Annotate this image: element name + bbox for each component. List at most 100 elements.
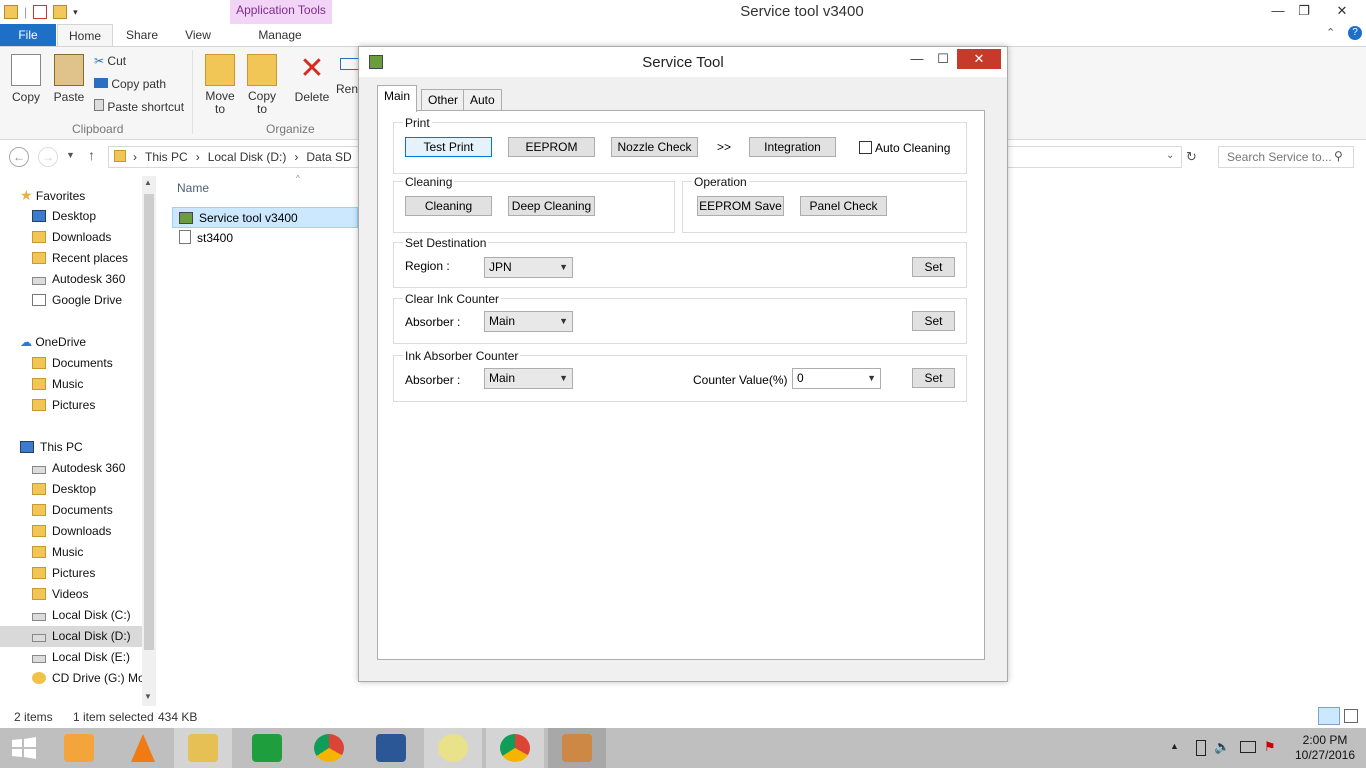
- ink-absorber-set-button[interactable]: Set: [912, 368, 955, 388]
- ink-absorber-select[interactable]: Main ▼: [484, 368, 573, 389]
- folder-icon[interactable]: [4, 5, 18, 19]
- deep-cleaning-button[interactable]: Deep Cleaning: [508, 196, 595, 216]
- auto-cleaning-label[interactable]: Auto Cleaning: [875, 138, 950, 158]
- nav-this-pc[interactable]: This PC: [20, 437, 83, 458]
- rename-button[interactable]: Rena: [336, 58, 360, 96]
- nav-item-music[interactable]: Music: [32, 374, 83, 395]
- network-icon[interactable]: [1240, 741, 1256, 753]
- file-row[interactable]: st3400: [172, 228, 358, 249]
- nav-item-google-drive[interactable]: Google Drive: [32, 290, 122, 311]
- nav-item-pc-music[interactable]: Music: [32, 542, 83, 563]
- nav-item-downloads[interactable]: Downloads: [32, 227, 111, 248]
- clear-ink-set-button[interactable]: Set: [912, 311, 955, 331]
- nav-item-desktop[interactable]: Desktop: [32, 206, 96, 227]
- tab-main[interactable]: Main: [377, 85, 418, 112]
- delete-button[interactable]: ✕ Delete: [292, 54, 332, 105]
- nav-item-autodesk[interactable]: Autodesk 360: [32, 269, 125, 290]
- nav-item-local-disk-c[interactable]: Local Disk (C:): [32, 605, 131, 626]
- nav-favorites[interactable]: ★ Favorites: [20, 185, 85, 206]
- integration-button[interactable]: Integration: [749, 137, 836, 157]
- paste-button[interactable]: Paste: [52, 54, 86, 104]
- address-dropdown-icon[interactable]: ⌄: [1166, 150, 1174, 161]
- nav-item-pc-videos[interactable]: Videos: [32, 584, 88, 605]
- eeprom-save-button[interactable]: EEPROM Save: [697, 196, 784, 216]
- nav-item-pc-autodesk[interactable]: Autodesk 360: [32, 458, 125, 479]
- show-hidden-icons[interactable]: ▲: [1170, 741, 1179, 751]
- move-to-button[interactable]: Move to: [202, 54, 238, 116]
- tab-file[interactable]: File: [0, 24, 56, 46]
- column-header-name[interactable]: Name: [177, 181, 209, 195]
- tab-manage[interactable]: Manage: [250, 24, 310, 46]
- refresh-icon[interactable]: ↻: [1186, 149, 1197, 165]
- start-button[interactable]: [10, 736, 38, 760]
- dialog-maximize-button[interactable]: ☐: [929, 49, 957, 69]
- nav-item-pc-documents[interactable]: Documents: [32, 500, 113, 521]
- taskbar-chrome-user[interactable]: [486, 728, 544, 768]
- nav-item-recent-places[interactable]: Recent places: [32, 248, 128, 269]
- close-button[interactable]: ✕: [1324, 0, 1360, 22]
- tab-share[interactable]: Share: [120, 24, 164, 46]
- region-select[interactable]: JPN ▼: [484, 257, 573, 278]
- nav-item-pc-pictures[interactable]: Pictures: [32, 563, 95, 584]
- cleaning-button[interactable]: Cleaning: [405, 196, 492, 216]
- restore-button[interactable]: ❐: [1289, 0, 1319, 22]
- auto-cleaning-checkbox[interactable]: [859, 141, 872, 154]
- nav-item-pc-downloads[interactable]: Downloads: [32, 521, 111, 542]
- file-row[interactable]: Service tool v3400: [172, 207, 358, 228]
- forward-button[interactable]: →: [38, 147, 58, 167]
- tab-home[interactable]: Home: [57, 24, 113, 46]
- up-button[interactable]: ↑: [88, 147, 95, 163]
- battery-icon[interactable]: [1196, 740, 1206, 756]
- action-center-icon[interactable]: ⚑: [1264, 739, 1276, 755]
- breadcrumb-item[interactable]: This PC: [145, 150, 188, 164]
- collapse-ribbon-icon[interactable]: ⌃: [1326, 26, 1335, 39]
- taskbar-word[interactable]: [362, 728, 420, 768]
- test-print-button[interactable]: Test Print: [405, 137, 492, 157]
- nav-item-local-disk-e[interactable]: Local Disk (E:): [32, 647, 130, 668]
- scroll-down-icon[interactable]: ▼: [144, 692, 152, 701]
- customize-qat-icon[interactable]: ▾: [73, 7, 78, 18]
- tab-other[interactable]: Other: [421, 89, 466, 111]
- nav-item-local-disk-d[interactable]: Local Disk (D:): [0, 626, 142, 647]
- taskbar-clock[interactable]: 2:00 PM 10/27/2016: [1290, 733, 1360, 763]
- tab-view[interactable]: View: [176, 24, 220, 46]
- dialog-close-button[interactable]: ✕: [957, 49, 1001, 69]
- new-folder-icon[interactable]: [53, 5, 68, 19]
- breadcrumb-item[interactable]: Local Disk (D:): [208, 150, 287, 164]
- nav-item-pc-desktop[interactable]: Desktop: [32, 479, 96, 500]
- breadcrumb-item[interactable]: Data SD: [306, 150, 351, 164]
- panel-check-button[interactable]: Panel Check: [800, 196, 887, 216]
- clear-absorber-select[interactable]: Main ▼: [484, 311, 573, 332]
- taskbar-file-explorer[interactable]: [174, 728, 232, 768]
- taskbar-chrome[interactable]: [300, 728, 358, 768]
- copy-button[interactable]: Copy: [8, 54, 44, 104]
- copy-path-button[interactable]: Copy path: [94, 77, 166, 91]
- taskbar-media-player[interactable]: [50, 728, 108, 768]
- taskbar-service-tool[interactable]: [548, 728, 606, 768]
- cut-button[interactable]: ✂ Cut: [94, 54, 126, 68]
- volume-icon[interactable]: 🔈: [1214, 739, 1230, 755]
- taskbar-vlc[interactable]: [114, 728, 172, 768]
- nav-item-pictures[interactable]: Pictures: [32, 395, 95, 416]
- tab-auto[interactable]: Auto: [463, 89, 502, 111]
- help-icon[interactable]: ?: [1348, 26, 1362, 40]
- large-icons-view-icon[interactable]: [1344, 709, 1358, 723]
- properties-icon[interactable]: [33, 5, 48, 19]
- details-view-icon[interactable]: [1318, 707, 1340, 725]
- recent-locations-icon[interactable]: ▼: [66, 150, 75, 160]
- taskbar-store[interactable]: [238, 728, 296, 768]
- paste-shortcut-button[interactable]: Paste shortcut: [94, 99, 184, 114]
- eeprom-button[interactable]: EEPROM: [508, 137, 595, 157]
- destination-set-button[interactable]: Set: [912, 257, 955, 277]
- nav-onedrive[interactable]: ☁ OneDrive: [20, 332, 86, 353]
- dialog-minimize-button[interactable]: —: [903, 49, 931, 69]
- back-button[interactable]: ←: [9, 147, 29, 167]
- nav-item-cd-drive[interactable]: CD Drive (G:) Mo: [32, 668, 142, 689]
- nav-item-documents[interactable]: Documents: [32, 353, 113, 374]
- scrollbar-thumb[interactable]: [144, 194, 154, 650]
- counter-value-select[interactable]: 0 ▼: [792, 368, 881, 389]
- nozzle-check-button[interactable]: Nozzle Check: [611, 137, 698, 157]
- taskbar-app[interactable]: [424, 728, 482, 768]
- copy-to-button[interactable]: Copy to: [244, 54, 280, 116]
- scroll-up-icon[interactable]: ▲: [144, 178, 152, 187]
